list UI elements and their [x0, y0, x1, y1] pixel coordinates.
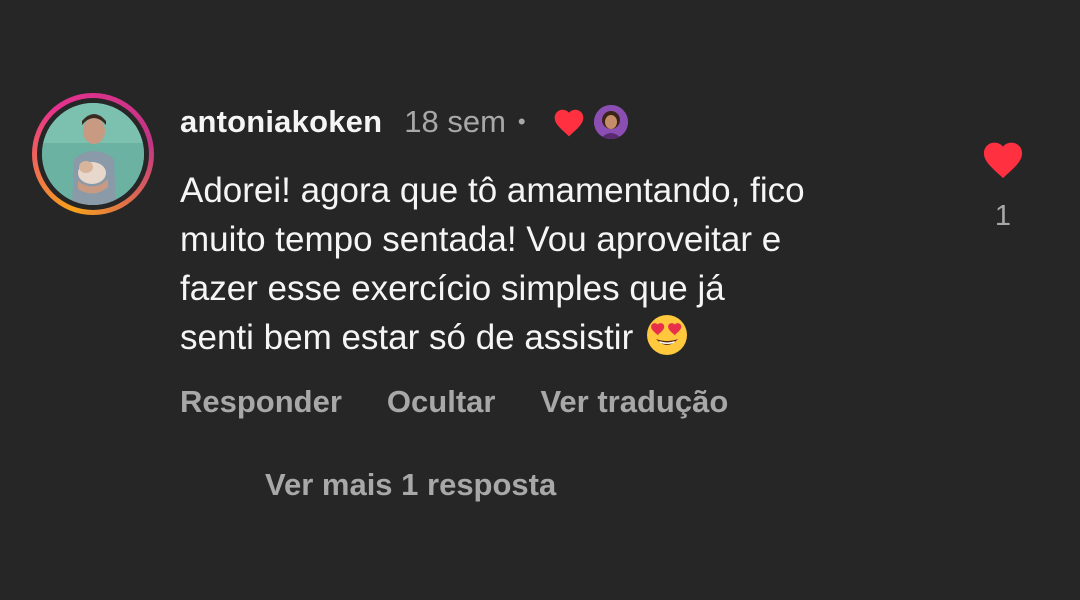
- separator-dot: •: [517, 109, 526, 134]
- avatar: [42, 103, 144, 205]
- like-count: 1: [994, 200, 1012, 232]
- heart-icon[interactable]: [981, 139, 1025, 179]
- view-more-replies-button[interactable]: Ver mais 1 resposta: [265, 467, 556, 503]
- avatar-story-ring[interactable]: [32, 93, 154, 215]
- heart-eyes-emoji-icon: [647, 315, 688, 355]
- creator-avatar: [591, 103, 630, 141]
- comment-actions: Responder Ocultar Ver tradução: [180, 384, 773, 420]
- heart-icon: [554, 109, 583, 137]
- comment-text-line: senti bem estar só de assistir: [180, 318, 634, 357]
- comment: antoniakoken 18 sem • Adorei! agora que …: [0, 0, 1080, 600]
- comment-time: 18 sem: [404, 104, 506, 139]
- comment-text-line: fazer esse exercício simples que já: [180, 269, 725, 308]
- comment-text-line: Adorei! agora que tô amamentando, fico: [180, 171, 805, 210]
- comment-header: antoniakoken 18 sem •: [180, 100, 630, 144]
- username[interactable]: antoniakoken: [180, 104, 382, 140]
- hide-button[interactable]: Ocultar: [387, 384, 496, 420]
- reply-button[interactable]: Responder: [180, 384, 342, 420]
- comment-text-line: muito tempo sentada! Vou aproveitar e: [180, 220, 782, 259]
- comment-text: Adorei! agora que tô amamentando, fico m…: [180, 166, 970, 362]
- translate-button[interactable]: Ver tradução: [540, 384, 728, 420]
